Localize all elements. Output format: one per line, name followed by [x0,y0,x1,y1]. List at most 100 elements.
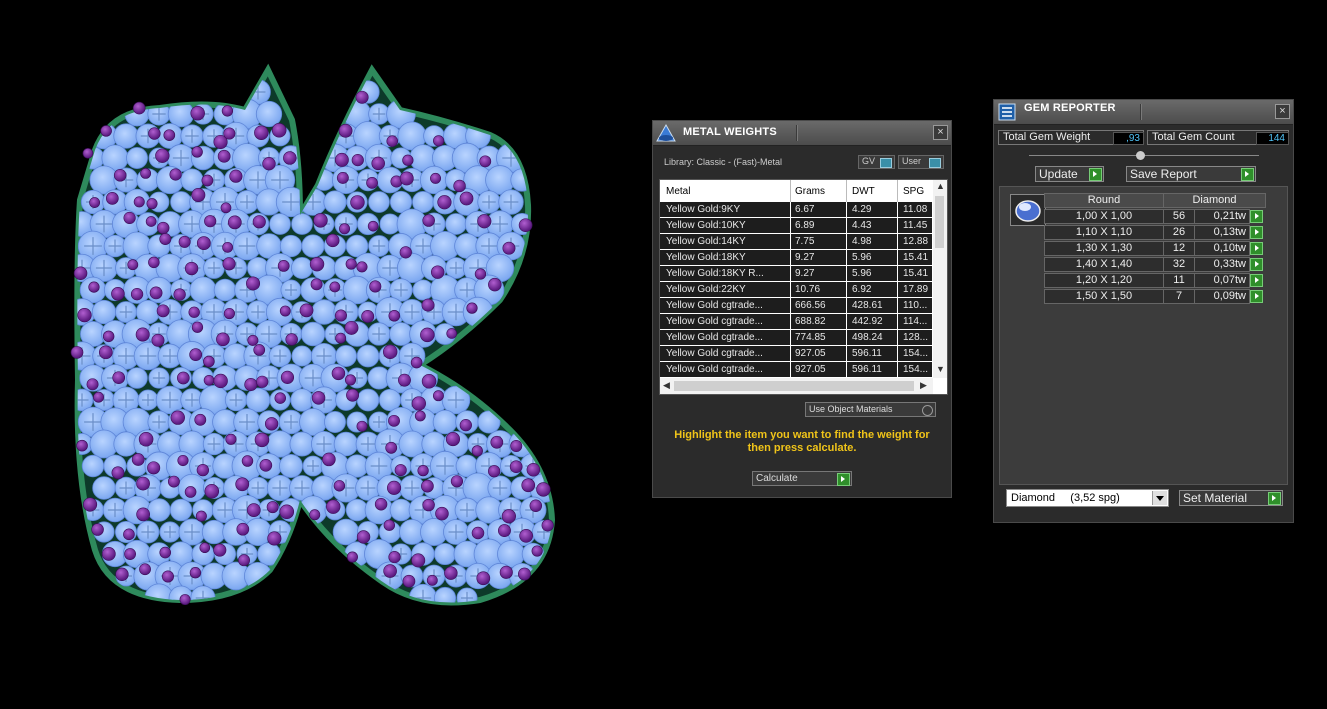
dwt-cell: 596.11 [852,348,882,359]
close-icon[interactable]: × [1275,104,1290,119]
horizontal-scrollbar[interactable]: ◀ ▶ [660,378,933,394]
table-row[interactable]: Yellow Gold:9KY 6.67 4.29 11.08 [660,202,932,218]
table-row[interactable]: Yellow Gold cgtrade... 666.56 428.61 110... [660,298,932,314]
select-row-icon[interactable] [1250,290,1263,303]
pave-letter-k-model [70,0,620,706]
table-row[interactable]: Yellow Gold cgtrade... 774.85 498.24 128... [660,330,932,346]
prong-bead [70,346,84,359]
spg-cell: 110... [903,300,928,311]
pave-gem [213,278,237,302]
total-gem-count-label: Total Gem Count [1152,131,1235,143]
prong-bead [459,419,472,432]
pave-gem [368,191,390,213]
slider-knob[interactable] [1136,151,1145,160]
table-row[interactable]: Yellow Gold cgtrade... 927.05 596.11 154... [660,346,932,362]
select-row-icon[interactable] [1250,242,1263,255]
prong-bead [244,378,258,392]
gem-reporter-titlebar[interactable]: GEM REPORTER × [994,100,1293,125]
update-button[interactable]: Update [1035,166,1104,182]
prong-bead [445,432,461,447]
prong-bead [252,215,266,229]
gem-weight-cell: 0,09tw [1194,289,1250,304]
prong-bead [477,214,492,229]
select-row-icon[interactable] [1250,210,1263,223]
prong-bead [446,328,458,339]
prong-bead [253,344,266,356]
scroll-left-icon[interactable]: ◀ [663,380,670,391]
prong-bead [279,504,295,520]
prong-bead [414,410,426,422]
prong-bead [216,332,230,347]
calculate-button[interactable]: Calculate [752,471,852,486]
scroll-right-icon[interactable]: ▶ [920,380,927,391]
spg-cell: 15.41 [903,252,929,263]
prong-bead [536,482,551,497]
round-gem-icon[interactable] [1010,194,1046,226]
scroll-thumb[interactable] [935,196,944,248]
prong-bead [203,355,215,368]
dwt-cell: 5.96 [852,268,872,279]
set-material-button[interactable]: Set Material [1179,490,1283,506]
table-row[interactable]: Yellow Gold:18KY R... 9.27 5.96 15.41 [660,266,932,282]
titlebar-grip [1140,104,1142,120]
table-row[interactable]: Yellow Gold cgtrade... 688.82 442.92 114... [660,314,932,330]
close-icon[interactable]: × [933,125,948,140]
gem-count-cell: 26 [1163,225,1195,240]
prong-bead [417,464,429,477]
gem-size-cell: 1,50 X 1,50 [1044,289,1164,304]
user-toggle[interactable]: User [898,155,944,169]
column-header-grams[interactable]: Grams [795,186,825,197]
prong-bead [184,261,199,276]
select-row-icon[interactable] [1250,226,1263,239]
prong-bead [338,123,353,138]
prong-bead [223,127,236,140]
prong-bead [309,256,325,272]
gv-toggle[interactable]: GV [858,155,895,169]
vertical-scrollbar[interactable]: ▲ ▼ [933,180,947,378]
material-select[interactable]: Diamond (3,52 spg) [1006,489,1169,507]
prong-bead [140,167,152,179]
table-row[interactable]: Yellow Gold:14KY 7.75 4.98 12.88 [660,234,932,250]
column-header-spg[interactable]: SPG [903,186,924,197]
prong-bead [254,432,270,448]
table-row[interactable]: Yellow Gold cgtrade... 927.05 596.11 154... [660,362,932,378]
prong-bead [402,574,416,588]
save-report-label: Save Report [1130,167,1197,181]
column-header-dwt[interactable]: DWT [852,186,875,197]
table-row[interactable]: Yellow Gold:22KY 10.76 6.92 17.89 [660,282,932,298]
3d-viewport[interactable] [0,0,620,706]
prong-bead [98,345,113,360]
prong-bead [388,414,400,427]
pave-gem [313,169,335,191]
gem-row: 1,40 X 1,40 32 0,33tw [1044,257,1266,272]
chevron-down-icon[interactable] [1152,491,1167,505]
report-slider[interactable] [1029,151,1259,160]
select-row-icon[interactable] [1250,258,1263,271]
table-row[interactable]: Yellow Gold:18KY 9.27 5.96 15.41 [660,250,932,266]
pave-gem [345,498,369,522]
prong-bead [173,288,186,301]
table-row[interactable]: Yellow Gold:10KY 6.89 4.43 11.45 [660,218,932,234]
prong-bead [241,455,254,467]
use-object-materials-toggle[interactable]: Use Object Materials [805,402,936,417]
metal-weights-titlebar[interactable]: METAL WEIGHTS × [653,121,951,146]
prong-bead [383,344,398,359]
prong-bead [334,152,349,167]
metal-name-cell: Yellow Gold cgtrade... [666,316,763,327]
metal-weights-title: METAL WEIGHTS [683,126,777,138]
scroll-thumb-horizontal[interactable] [674,381,914,391]
column-header-metal[interactable]: Metal [666,186,690,197]
prong-bead [356,261,368,273]
select-row-icon[interactable] [1250,274,1263,287]
prong-bead [156,304,170,318]
scroll-up-icon[interactable]: ▲ [936,181,945,191]
save-report-button[interactable]: Save Report [1126,166,1256,182]
pave-gem [279,454,303,478]
prong-bead [433,135,445,147]
prong-bead [130,288,144,301]
prong-bead [132,101,146,115]
prong-bead [285,333,298,346]
gem-row: 1,00 X 1,00 56 0,21tw [1044,209,1266,224]
scroll-down-icon[interactable]: ▼ [936,364,945,374]
gem-count-cell: 11 [1163,273,1195,288]
